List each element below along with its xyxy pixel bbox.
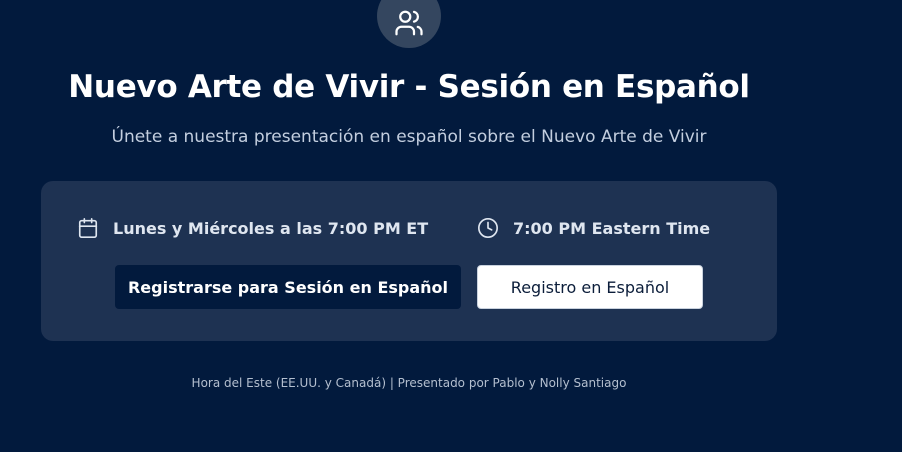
page-title: Nuevo Arte de Vivir - Sesión en Español bbox=[68, 69, 750, 105]
page-subtitle: Únete a nuestra presentación en español … bbox=[111, 127, 707, 147]
register-spanish-session-button[interactable]: Registrarse para Sesión en Español bbox=[115, 265, 461, 309]
schedule-time-text: 7:00 PM Eastern Time bbox=[513, 218, 711, 238]
schedule-day-text: Lunes y Miércoles a las 7:00 PM ET bbox=[113, 218, 429, 238]
footer-text: Hora del Este (EE.UU. y Canadá) | Presen… bbox=[191, 376, 627, 390]
calendar-icon bbox=[77, 217, 99, 239]
page-background: Nuevo Arte de Vivir - Sesión en Español … bbox=[0, 0, 902, 452]
schedule-day: Lunes y Miércoles a las 7:00 PM ET bbox=[77, 214, 428, 242]
schedule-time: 7:00 PM Eastern Time bbox=[477, 214, 710, 242]
clock-icon bbox=[477, 217, 499, 239]
spanish-registration-button[interactable]: Registro en Español bbox=[477, 265, 703, 309]
users-icon bbox=[377, 0, 441, 48]
session-card bbox=[41, 181, 777, 341]
window-edge bbox=[902, 0, 919, 452]
